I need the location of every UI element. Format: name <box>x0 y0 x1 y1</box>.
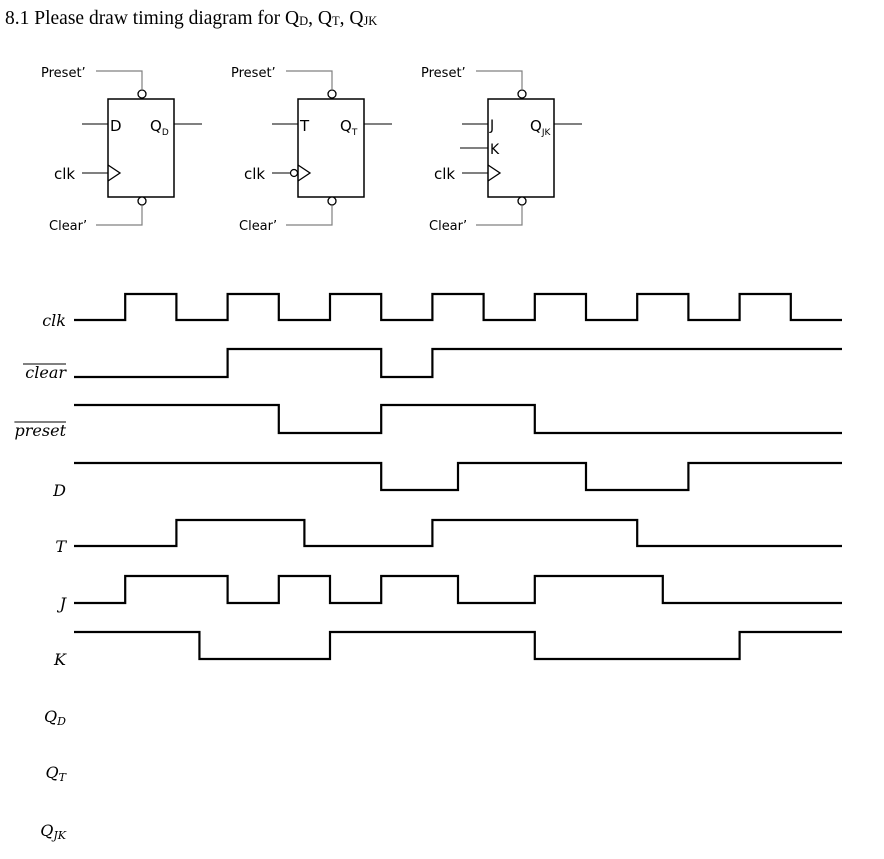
signal-clk: clk <box>42 292 842 330</box>
timing-diagram: clk clear preset D T J K QD QT QJK <box>14 292 842 846</box>
signal-preset: preset <box>14 403 842 440</box>
signal-label-k: K <box>53 650 67 669</box>
signal-j: J <box>57 574 842 613</box>
signal-label-clk: clk <box>42 311 66 330</box>
signal-k: K <box>53 630 842 669</box>
signal-label-clear: clear <box>25 363 67 382</box>
waveform-d <box>74 461 842 492</box>
signal-t: T <box>55 518 842 556</box>
answer-row-blank-qt <box>74 748 842 788</box>
signal-label-preset: preset <box>15 421 67 440</box>
signal-label-d: D <box>52 481 66 500</box>
signal-d: D <box>52 461 842 500</box>
waveform-t <box>74 518 842 548</box>
signal-clear: clear <box>23 347 842 382</box>
signal-label-j: J <box>57 594 68 613</box>
answer-row-blank-qd <box>74 692 842 732</box>
waveform-k <box>74 630 842 661</box>
waveform-j <box>74 574 842 605</box>
answer-label-qd: QD <box>44 707 66 728</box>
answer-label-qt: QT <box>46 763 68 784</box>
answer-row-blank-qjk <box>74 806 842 846</box>
waveform-clk <box>74 292 842 322</box>
waveform-clear <box>74 347 842 379</box>
waveform-preset <box>74 403 842 435</box>
answer-label-qjk: QJK <box>40 821 67 842</box>
signal-label-t: T <box>55 537 67 556</box>
